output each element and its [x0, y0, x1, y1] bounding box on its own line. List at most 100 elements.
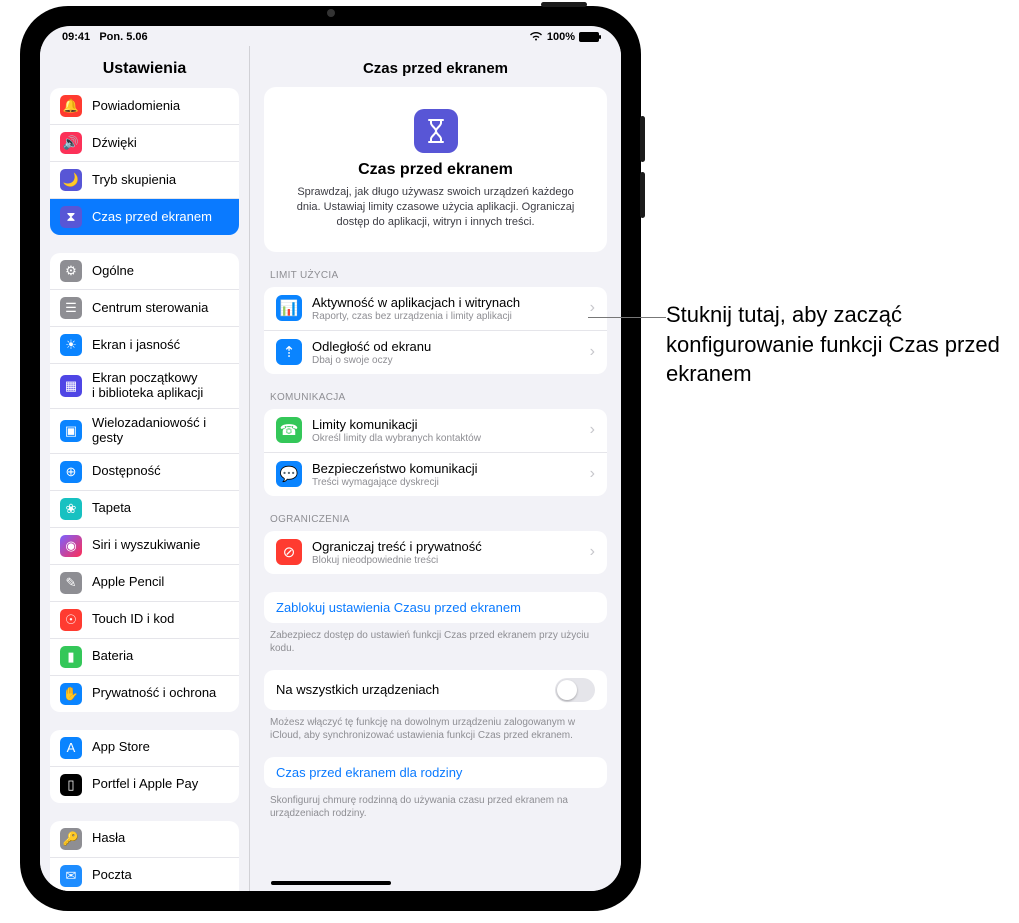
chevron-right-icon: › — [590, 465, 595, 483]
all-devices-switch[interactable] — [555, 678, 595, 702]
device-frame: 09:41 Pon. 5.06 100% Ustawienia 🔔Powiado… — [20, 6, 641, 911]
sidebar-item-icon: ▣ — [60, 420, 82, 442]
family-group: Czas przed ekranem dla rodziny — [264, 757, 607, 788]
hero-body: Sprawdzaj, jak długo używasz swoich urzą… — [290, 185, 581, 230]
cell-icon: ⊘ — [276, 539, 302, 565]
setting-cell[interactable]: 💬Bezpieczeństwo komunikacjiTreści wymaga… — [264, 453, 607, 496]
family-label: Czas przed ekranem dla rodziny — [276, 765, 595, 780]
all-devices-row[interactable]: Na wszystkich urządzeniach — [264, 670, 607, 710]
sidebar-item-icon: ❀ — [60, 498, 82, 520]
sidebar-item-label: Ogólne — [92, 264, 134, 279]
callout-line — [588, 317, 666, 318]
sidebar-item-label: Czas przed ekranem — [92, 210, 212, 225]
sidebar-item-icon: ☀ — [60, 334, 82, 356]
sidebar-item-label: Siri i wyszukiwanie — [92, 538, 200, 553]
family-row[interactable]: Czas przed ekranem dla rodziny — [264, 757, 607, 788]
sidebar-item-icon: ✉ — [60, 865, 82, 887]
cell-title: Bezpieczeństwo komunikacji — [312, 461, 580, 476]
sidebar-item[interactable]: 🔑 Hasła — [50, 821, 239, 858]
sidebar-item[interactable]: ▦ Ekran początkowy i biblioteka aplikacji — [50, 364, 239, 409]
all-devices-label: Na wszystkich urządzeniach — [276, 682, 545, 697]
lock-settings-row[interactable]: Zablokuj ustawienia Czasu przed ekranem — [264, 592, 607, 623]
chevron-right-icon: › — [590, 299, 595, 317]
cell-icon: ☎ — [276, 417, 302, 443]
battery-percent: 100% — [547, 31, 575, 43]
family-footer: Skonfiguruj chmurę rodzinną do używania … — [264, 788, 607, 821]
sidebar-item-label: Bateria — [92, 649, 133, 664]
all-devices-footer: Możesz włączyć tę funkcję na dowolnym ur… — [264, 710, 607, 743]
sidebar-item[interactable]: ☀ Ekran i jasność — [50, 327, 239, 364]
detail-pane: Czas przed ekranem Czas przed ekranem Sp… — [250, 46, 621, 891]
sidebar-item-label: Poczta — [92, 868, 132, 883]
sidebar-item-icon: 🔊 — [60, 132, 82, 154]
cell-title: Ograniczaj treść i prywatność — [312, 539, 580, 554]
sidebar-item-label: Ekran i jasność — [92, 338, 180, 353]
sidebar-item-icon: ⧗ — [60, 206, 82, 228]
sidebar-item[interactable]: 🔊 Dźwięki — [50, 125, 239, 162]
sidebar-item[interactable]: ▮ Bateria — [50, 639, 239, 676]
wifi-icon — [529, 31, 543, 44]
sidebar-item[interactable]: ▯Portfel i Apple Pay — [50, 767, 239, 803]
chevron-right-icon: › — [590, 421, 595, 439]
sidebar-item[interactable]: ☉Touch ID i kod — [50, 602, 239, 639]
cell-subtitle: Blokuj nieodpowiednie treści — [312, 555, 580, 566]
hw-power-button — [541, 2, 587, 7]
sidebar-item-icon: ▯ — [60, 774, 82, 796]
sidebar-item[interactable]: ◉Siri i wyszukiwanie — [50, 528, 239, 565]
sidebar-item-label: Dźwięki — [92, 136, 137, 151]
cell-icon: 📊 — [276, 295, 302, 321]
sidebar-item-label: Ekran początkowy i biblioteka aplikacji — [92, 371, 229, 401]
sidebar-item[interactable]: ✋Prywatność i ochrona — [50, 676, 239, 712]
sidebar-item[interactable]: ❀ Tapeta — [50, 491, 239, 528]
sidebar-item-label: Hasła — [92, 831, 125, 846]
sidebar-item-icon: 🔑 — [60, 828, 82, 850]
setting-cell[interactable]: ⊘ Ograniczaj treść i prywatnośćBlokuj nie… — [264, 531, 607, 574]
camera-dot — [327, 9, 335, 17]
setting-cell[interactable]: ⇡Odległość od ekranuDbaj o swoje oczy› — [264, 331, 607, 374]
cell-icon: 💬 — [276, 461, 302, 487]
home-indicator — [271, 881, 391, 885]
sidebar-group-3: A App Store ▯Portfel i Apple Pay — [50, 730, 239, 803]
restrict-group: ⊘ Ograniczaj treść i prywatnośćBlokuj nie… — [264, 531, 607, 574]
usage-group: 📊Aktywność w aplikacjach i witrynachRapo… — [264, 287, 607, 374]
sidebar-item-icon: A — [60, 737, 82, 759]
cell-subtitle: Dbaj o swoje oczy — [312, 355, 580, 366]
sidebar-item[interactable]: 🌙Tryb skupienia — [50, 162, 239, 199]
sidebar-item[interactable]: ⧗ Czas przed ekranem — [50, 199, 239, 235]
cell-title: Limity komunikacji — [312, 417, 580, 432]
status-time: 09:41 — [62, 31, 90, 43]
sidebar-item[interactable]: ▣Wielozadaniowość i gesty — [50, 409, 239, 454]
hero-card: Czas przed ekranem Sprawdzaj, jak długo … — [264, 87, 607, 252]
sidebar-item-icon: ▮ — [60, 646, 82, 668]
sidebar-item-label: Centrum sterowania — [92, 301, 208, 316]
battery-icon — [579, 32, 599, 42]
sidebar-item[interactable]: ☰ Centrum sterowania — [50, 290, 239, 327]
lock-group: Zablokuj ustawienia Czasu przed ekranem — [264, 592, 607, 623]
sidebar-item[interactable]: 🔔Powiadomienia — [50, 88, 239, 125]
sidebar-item[interactable]: ✎Apple Pencil — [50, 565, 239, 602]
sidebar-item-icon: ▦ — [60, 375, 82, 397]
hero-heading: Czas przed ekranem — [290, 161, 581, 179]
sidebar-item[interactable]: ✉ Poczta — [50, 858, 239, 891]
status-bar: 09:41 Pon. 5.06 100% — [40, 26, 621, 46]
sidebar-item-label: Tapeta — [92, 501, 131, 516]
cell-title: Aktywność w aplikacjach i witrynach — [312, 295, 580, 310]
sidebar-item[interactable]: ⊕Dostępność — [50, 454, 239, 491]
sidebar-item-label: Tryb skupienia — [92, 173, 176, 188]
settings-sidebar: Ustawienia 🔔Powiadomienia 🔊 Dźwięki 🌙Tryb s… — [40, 46, 250, 891]
sidebar-item[interactable]: A App Store — [50, 730, 239, 767]
sidebar-title: Ustawienia — [40, 46, 249, 88]
sidebar-item-label: Apple Pencil — [92, 575, 164, 590]
section-header-restrict: OGRANICZENIA — [264, 496, 607, 531]
sidebar-item-icon: ☰ — [60, 297, 82, 319]
setting-cell[interactable]: ☎Limity komunikacjiOkreśl limity dla wyb… — [264, 409, 607, 453]
all-devices-group: Na wszystkich urządzeniach — [264, 670, 607, 710]
setting-cell[interactable]: 📊Aktywność w aplikacjach i witrynachRapo… — [264, 287, 607, 331]
hourglass-icon — [414, 109, 458, 153]
hw-volume-up — [640, 116, 645, 162]
status-date: Pon. 5.06 — [99, 31, 147, 43]
sidebar-item[interactable]: ⚙Ogólne — [50, 253, 239, 290]
chevron-right-icon: › — [590, 543, 595, 561]
sidebar-item-label: App Store — [92, 740, 150, 755]
lock-footer: Zabezpiecz dostęp do ustawień funkcji Cz… — [264, 623, 607, 656]
